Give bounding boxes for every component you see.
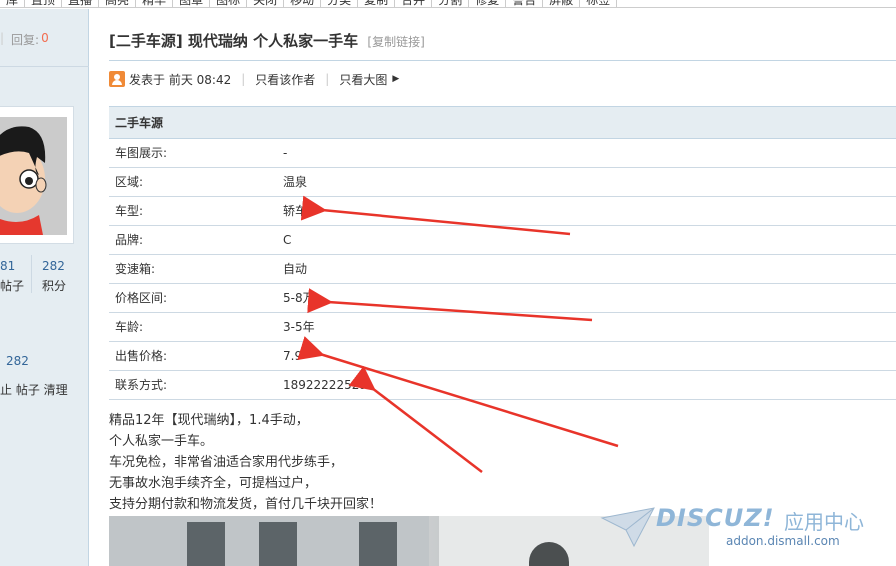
copy-link-button[interactable]: [复制链接] [367,35,424,49]
mod-toolbar-item[interactable]: 图标 [210,0,248,7]
row-label: 变速箱: [115,262,156,276]
author-sidebar: | 回复: 0 81 帖子 282 积分 282 止 帖子 清理 [0,9,89,566]
mod-toolbar-items: 库置顶 直播 高亮 精华 图章 图标 关闭 移动 分类 复制 合并 分割 修复 警告 屏蔽 标签 [0,0,618,7]
row-label: 品牌: [115,233,144,247]
table-row: 联系方式: 18922222529 [109,371,896,400]
meta-separator: | [241,72,246,86]
photo-window [259,522,297,566]
row-label: 区域: [115,175,144,189]
meta-separator: | [325,72,330,86]
watermark-logo: DISCUZ! [656,504,775,532]
page-title: [二手车源] 现代瑞纳 个人私家一手车 [复制链接] [109,30,425,51]
post-content: 精品12年【现代瑞纳】，1.4手动， 个人私家一手车。车况免检，非常省油适合家用代… [109,410,382,515]
row-label: 车龄: [115,320,144,334]
discuz-watermark: DISCUZ! 应用中心 addon.dismall.com [598,500,888,556]
thread-title-text: [二手车源] 现代瑞纳 个人私家一手车 [109,32,359,50]
row-label: 联系方式: [115,378,168,392]
paper-plane-icon [600,507,655,548]
avatar-image [0,117,67,235]
row-value: 3-5年 [283,320,315,334]
avatar[interactable] [0,106,74,244]
row-value: 18922222529 [283,378,367,392]
row-value: 7.9 [283,349,303,363]
posts-label: 帖子 [0,279,25,293]
row-value: 5-8万 [283,291,315,305]
content-line: 无事故水泡手续齐全，可提档过户， [109,476,318,491]
mod-toolbar-item[interactable]: 高亮 [99,0,137,7]
mod-toolbar-item[interactable]: 移动 [284,0,322,7]
mod-toolbar-item[interactable]: 置顶 [25,0,63,7]
table-row: 车龄: 3-5年 [109,313,896,342]
row-value: 自动 [283,262,308,276]
mod-toolbar-item[interactable]: 图章 [173,0,211,7]
mod-toolbar-item[interactable]: 标签 [580,0,618,7]
post-time: 发表于 前天 08:42 [129,72,232,87]
photo-window [359,522,397,566]
title-divider [109,60,896,61]
mod-toolbar-item[interactable]: 合并 [395,0,433,7]
cartoon-avatar-icon [0,117,67,235]
mod-toolbar-item[interactable]: 修复 [469,0,507,7]
content-line: 支持分期付款和物流发货，首付几千块开回家！ [109,497,383,512]
mod-toolbar-item[interactable]: 库 [0,0,26,7]
row-label: 车型: [115,204,144,218]
row-value: 温泉 [283,175,308,189]
mod-toolbar-item[interactable]: 警告 [506,0,544,7]
sidebar-divider [0,66,89,67]
watermark-url: addon.dismall.com [726,534,840,548]
row-label: 车图展示: [115,146,168,160]
reply-stat: | 回复: 0 [0,31,49,48]
mod-toolbar-item[interactable]: 分类 [321,0,359,7]
watermark-cn: 应用中心 [784,510,864,534]
content-line: 个人私家一手车。 [109,434,214,449]
photo-window [187,522,225,566]
red-arrow-4 [348,365,483,473]
row-label: 出售价格: [115,349,168,363]
table-row: 车图展示: - [109,139,896,168]
mod-toolbar-item[interactable]: 分割 [432,0,470,7]
content-line: 精品12年【现代瑞纳】，1.4手动， [109,413,309,428]
mod-toolbar-item[interactable]: 屏蔽 [543,0,581,7]
mod-toolbar-item[interactable]: 关闭 [247,0,285,7]
stat-separator: | [0,31,5,45]
table-row: 出售价格: 7.9 [109,342,896,371]
table-row: 品牌: C [109,226,896,255]
mod-toolbar-item[interactable]: 复制 [358,0,396,7]
mod-toolbar-item[interactable]: 直播 [62,0,100,7]
row-value: - [283,146,288,160]
mod-toolbar-item[interactable]: 精华 [136,0,174,7]
post-meta-bar: 发表于 前天 08:42 | 只看该作者 | 只看大图 ▶ [109,70,399,88]
row-value: 轿车 [283,204,308,218]
triangle-right-icon[interactable]: ▶ [392,74,399,84]
posts-count[interactable]: 81 [0,259,15,273]
moderation-actions[interactable]: 止 帖子 清理 [0,381,68,398]
row-value: C [283,233,292,247]
table-heading: 二手车源 [109,107,896,139]
reply-count: 0 [41,31,49,45]
table-row: 车型: 轿车 [109,197,896,226]
table-row: 变速箱: 自动 [109,255,896,284]
extra-count[interactable]: 282 [6,354,29,368]
table-row: 区域: 温泉 [109,168,896,197]
stat-divider [31,255,32,293]
points-label: 积分 [42,279,67,293]
content-line: 车况免检，非常省油适合家用代步练手， [109,455,344,470]
table-rows: 车图展示: - 区域: 温泉车型: 轿车品牌: C 变速箱: 自动价格区间: 5-8万车龄: 3-… [109,139,896,400]
reply-label: 回复: [11,33,40,47]
table-row: 价格区间: 5-8万 [109,284,896,313]
row-label: 价格区间: [115,291,168,305]
car-info-table: 二手车源 车图展示: - 区域: 温泉车型: 轿车品牌: C 变速箱: 自动价格区间: 5-8万… [109,106,896,400]
mod-toolbar: 库置顶 直播 高亮 精华 图章 图标 关闭 移动 分类 复制 合并 分割 修复 警告 屏蔽 标签 [0,0,896,8]
points-count[interactable]: 282 [42,259,65,273]
user-icon [109,71,125,87]
big-image-link[interactable]: 只看大图 [339,71,387,88]
only-author-link[interactable]: 只看该作者 [255,71,315,88]
